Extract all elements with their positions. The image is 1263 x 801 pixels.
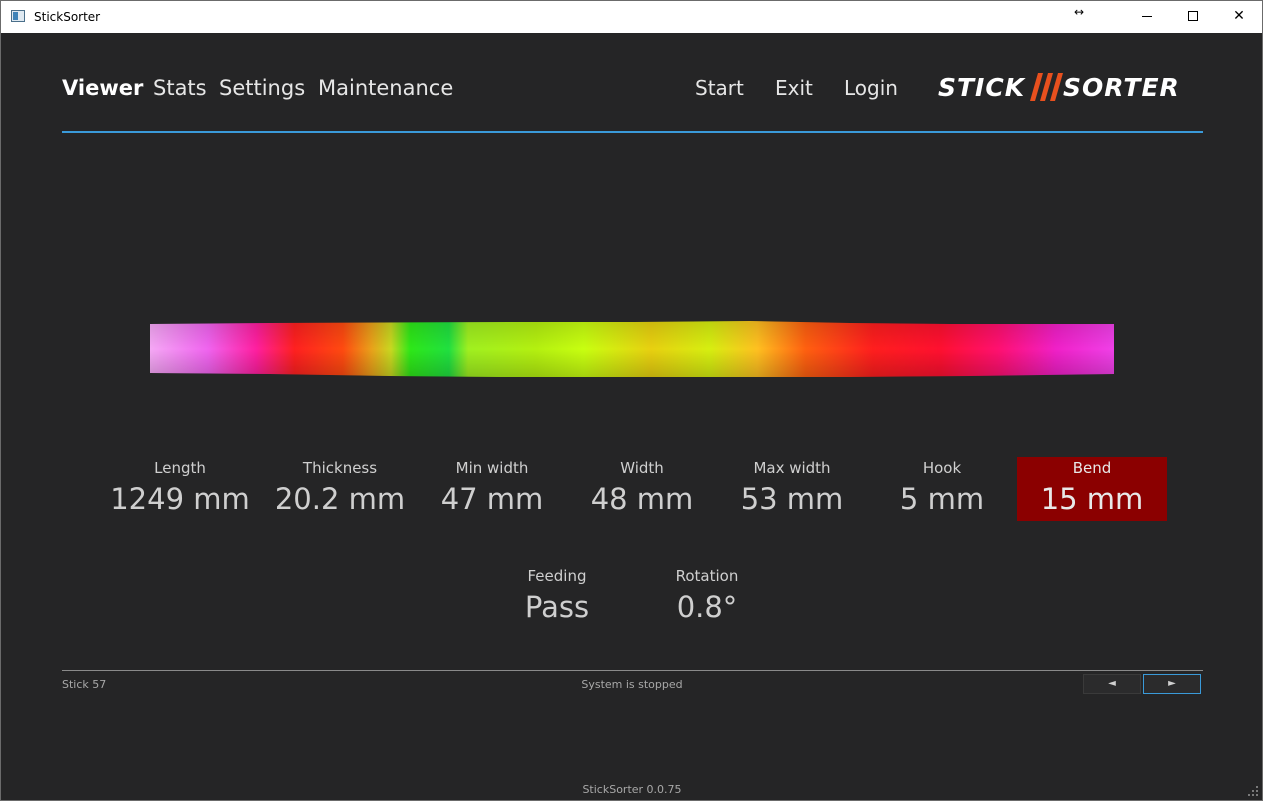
logo-slashes-icon: [1030, 73, 1063, 101]
metric-hook-value: 5 mm: [899, 482, 985, 516]
metric-bend: Bend 15 mm: [1017, 457, 1167, 521]
metric-min-width-label: Min width: [455, 459, 529, 477]
tab-viewer[interactable]: Viewer: [62, 76, 143, 100]
metric-width: Width 48 mm: [567, 458, 717, 518]
metric-max-width: Max width 53 mm: [717, 458, 867, 518]
version-label: StickSorter 0.0.75: [582, 783, 682, 796]
tab-stats[interactable]: Stats: [153, 76, 207, 100]
resize-grip-icon[interactable]: [1246, 784, 1260, 798]
maximize-button[interactable]: [1170, 1, 1216, 33]
login-button[interactable]: Login: [844, 76, 898, 100]
metric-feeding-label: Feeding: [527, 567, 587, 585]
previous-stick-button[interactable]: ◄: [1083, 674, 1141, 694]
close-button[interactable]: ✕: [1216, 1, 1262, 33]
metric-max-width-value: 53 mm: [740, 482, 844, 516]
arrow-left-icon: ◄: [1108, 678, 1116, 689]
resize-icon: ↔: [1074, 5, 1085, 19]
metric-feeding: Feeding Pass: [482, 566, 632, 626]
system-status-text: System is stopped: [581, 678, 683, 691]
sticksorter-logo: STICK SORTER: [938, 71, 1196, 107]
metric-feeding-value: Pass: [524, 590, 590, 624]
start-button[interactable]: Start: [695, 76, 744, 100]
metric-thickness: Thickness 20.2 mm: [265, 458, 415, 518]
header-divider: [62, 131, 1203, 133]
close-icon: ✕: [1233, 8, 1245, 24]
metric-max-width-label: Max width: [753, 459, 831, 477]
footer-divider: [62, 670, 1203, 671]
metric-width-label: Width: [620, 459, 664, 477]
metric-min-width: Min width 47 mm: [417, 458, 567, 518]
title-bar: StickSorter ↔ ✕: [1, 1, 1262, 33]
metric-rotation-label: Rotation: [675, 567, 739, 585]
app-icon: [11, 10, 25, 22]
metric-thickness-value: 20.2 mm: [274, 482, 406, 516]
minimize-icon: [1142, 15, 1152, 17]
arrow-right-icon: ►: [1168, 678, 1176, 689]
logo-word-stick: STICK: [938, 73, 1026, 102]
metric-rotation: Rotation 0.8°: [632, 566, 782, 626]
tab-maintenance[interactable]: Maintenance: [318, 76, 453, 100]
metric-hook-label: Hook: [922, 459, 962, 477]
metric-rotation-value: 0.8°: [676, 590, 738, 624]
metric-length: Length 1249 mm: [105, 458, 255, 518]
metric-length-value: 1249 mm: [110, 482, 250, 516]
stick-id-label: Stick 57: [62, 678, 107, 691]
maximize-icon: [1188, 11, 1198, 21]
app-window: StickSorter ↔ ✕ Viewer Stats Settings Ma…: [0, 0, 1263, 801]
metric-hook: Hook 5 mm: [867, 458, 1017, 518]
tab-settings[interactable]: Settings: [219, 76, 305, 100]
stick-scan-image: [150, 321, 1114, 377]
next-stick-button[interactable]: ►: [1143, 674, 1201, 694]
metric-bend-value: 15 mm: [1040, 482, 1144, 516]
metric-min-width-value: 47 mm: [440, 482, 544, 516]
metric-width-value: 48 mm: [590, 482, 694, 516]
metric-bend-label: Bend: [1072, 459, 1112, 477]
metric-length-label: Length: [154, 459, 206, 477]
window-title: StickSorter: [34, 10, 101, 24]
minimize-button[interactable]: [1124, 1, 1170, 33]
metric-thickness-label: Thickness: [302, 459, 378, 477]
logo-word-sorter: SORTER: [1063, 73, 1180, 102]
exit-button[interactable]: Exit: [775, 76, 813, 100]
